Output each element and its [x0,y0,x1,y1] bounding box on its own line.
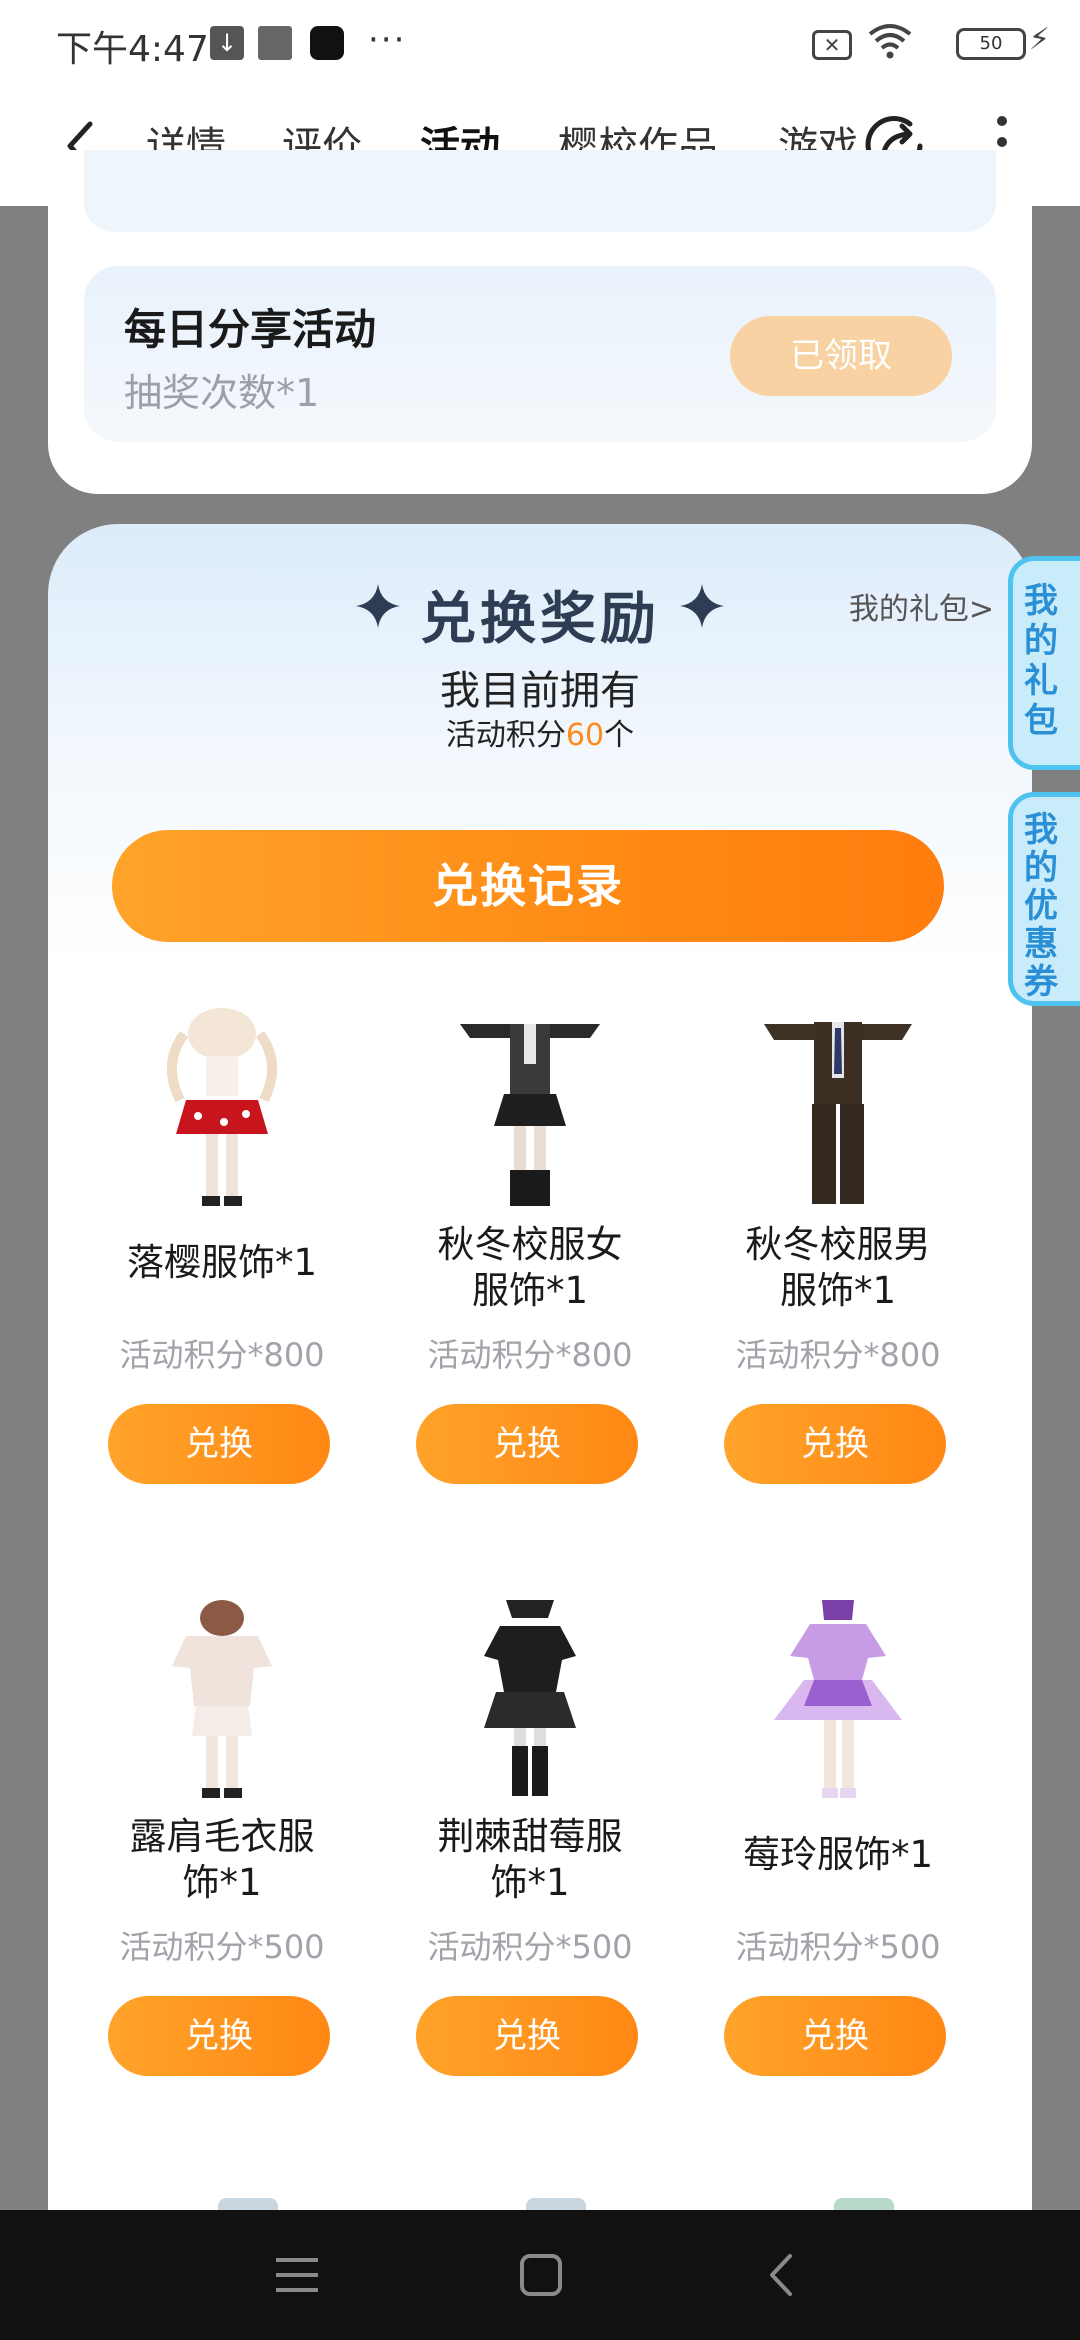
daily-task-card: 每日分享活动 抽奖次数*1 已领取 [48,150,1032,494]
item-cost: 活动积分*800 [119,1336,325,1374]
points-line: 活动积分60个 [48,710,1032,754]
task-reward: 抽奖次数*1 [124,371,320,415]
claimed-button[interactable]: 已领取 [730,316,952,396]
own-label: 我目前拥有 [440,668,640,714]
status-bar: 下午4:47 ↓ ··· ✕ 50 ⚡ [0,0,1080,88]
item-name: 莓玲服饰*1 [742,1833,934,1876]
reward-item: 荆棘甜莓服 饰*1 活动积分*500 兑换 [390,1596,670,2096]
outfit-image [166,1008,278,1206]
wifi-icon [868,22,912,69]
points-value: 60 [565,718,605,753]
battery-icon: 50 [956,28,1026,60]
status-time: 下午4:47 [56,29,209,70]
points-suffix: 个 [604,718,635,753]
daily-share-task: 每日分享活动 抽奖次数*1 已领取 [84,266,996,442]
item-name: 荆棘甜莓服 饰*1 [437,1815,623,1904]
item-cost: 活动积分*800 [427,1336,633,1374]
sparkle-icon [680,584,724,628]
outfit-image [172,1600,272,1798]
exchange-button[interactable]: 兑换 [108,1996,330,2076]
exchange-button[interactable]: 兑换 [108,1404,330,1484]
item-cost: 活动积分*500 [119,1928,325,1966]
item-cost: 活动积分*500 [735,1928,941,1966]
exchange-button[interactable]: 兑换 [724,1996,946,2076]
previous-task-row [84,150,996,232]
item-name: 露肩毛衣服 饰*1 [129,1815,315,1904]
task-title: 每日分享活动 [124,305,377,354]
my-gift-tab[interactable]: 我的礼包 [1008,556,1080,770]
item-name: 落樱服饰*1 [126,1241,318,1284]
item-cost: 活动积分*800 [735,1336,941,1374]
screen: 下午4:47 ↓ ··· ✕ 50 ⚡ 详情 评价 活动 樱校作品 游戏 每日分… [0,0,1080,2340]
home-icon[interactable] [510,2244,572,2306]
item-name: 秋冬校服女 服饰*1 [437,1223,623,1312]
app-icon [258,26,292,60]
outfit-image [484,1600,576,1796]
exchange-button[interactable]: 兑换 [724,1404,946,1484]
exchange-button[interactable]: 兑换 [416,1404,638,1484]
exchange-button[interactable]: 兑换 [416,1996,638,2076]
menu-icon[interactable] [266,2244,328,2306]
item-cost: 活动积分*500 [427,1928,633,1966]
app-icon [310,26,344,60]
item-name: 秋冬校服男 服饰*1 [745,1223,931,1312]
reward-item: 落樱服饰*1 活动积分*800 兑换 [82,1004,362,1504]
exchange-record-button[interactable]: 兑换记录 [112,830,944,942]
download-icon: ↓ [210,26,244,60]
back-icon[interactable] [752,2244,814,2306]
charging-icon: ⚡ [1028,22,1050,57]
outfit-image [774,1600,902,1798]
my-gift-link[interactable]: 我的礼包> [849,584,994,628]
outfit-image [764,1022,912,1204]
points-prefix: 活动积分 [445,718,566,753]
reward-item: 露肩毛衣服 饰*1 活动积分*500 兑换 [82,1596,362,2096]
exchange-card: 兑换奖励 我的礼包> 我目前拥有 活动积分60个 兑换记录 落樱服饰*1 活动积… [48,524,1032,2214]
sim-off-icon: ✕ [812,30,852,60]
reward-item: 秋冬校服女 服饰*1 活动积分*800 兑换 [390,1004,670,1504]
reward-item: 莓玲服饰*1 活动积分*500 兑换 [698,1596,978,2096]
more-icon: ··· [368,20,407,60]
my-coupon-tab[interactable]: 我的优惠券 [1008,792,1080,1006]
reward-item: 秋冬校服男 服饰*1 活动积分*800 兑换 [698,1004,978,1504]
outfit-image [460,1024,600,1206]
system-navigation-bar [0,2210,1080,2340]
